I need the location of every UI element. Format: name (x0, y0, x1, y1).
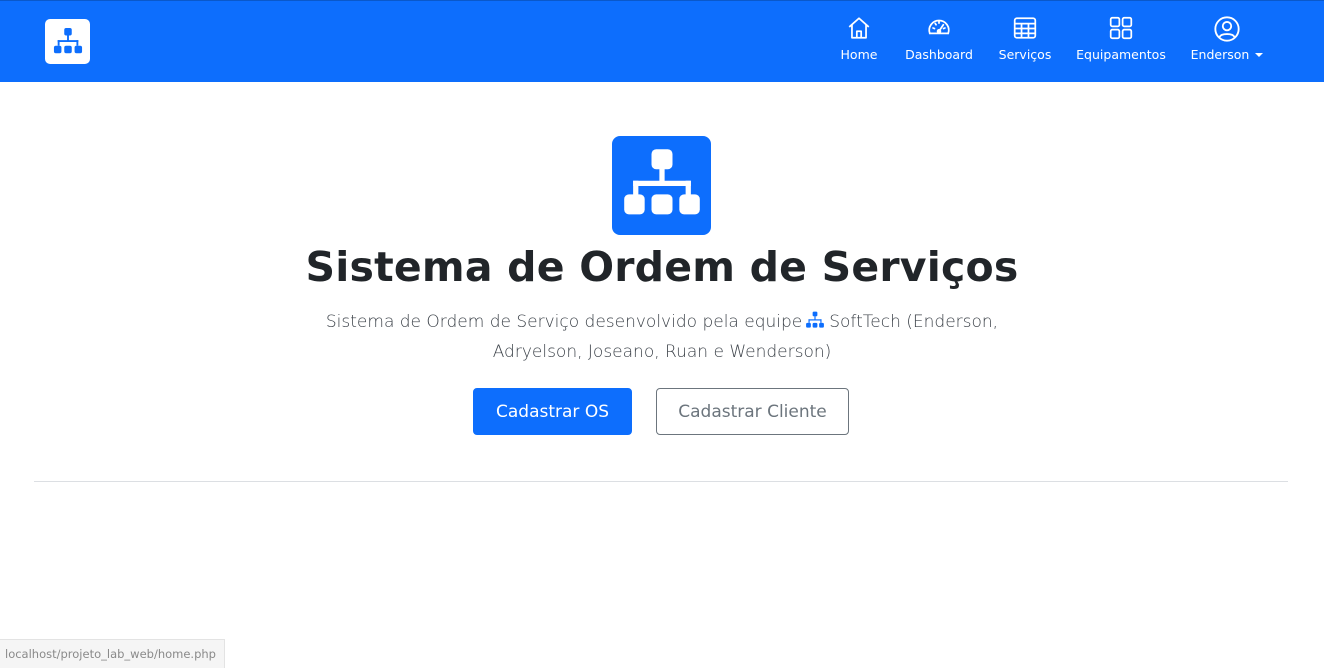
sitemap-icon (623, 148, 700, 214)
user-name: Enderson (1190, 47, 1250, 62)
brand-logo[interactable] (45, 19, 90, 64)
hero-description: Sistema de Ordem de Serviço desenvolvido… (282, 307, 1042, 367)
user-menu-label: Enderson (1191, 47, 1264, 62)
nav-home-label: Home (840, 47, 878, 62)
nav-equipamentos-label: Equipamentos (1076, 47, 1166, 62)
status-bar-url: localhost/projeto_lab_web/home.php (0, 639, 225, 668)
sitemap-icon (806, 311, 825, 328)
navbar: Home Dashboard Serviços Equipamentos End… (0, 0, 1324, 82)
nav-servicos-label: Serviços (998, 47, 1052, 62)
page-title: Sistema de Ordem de Serviços (305, 243, 1019, 291)
description-text: Sistema de Ordem de Serviço desenvolvido… (325, 312, 803, 332)
cadastrar-cliente-button[interactable]: Cadastrar Cliente (656, 388, 849, 435)
sitemap-icon (53, 27, 82, 53)
nav-equipamentos[interactable]: Equipamentos (1076, 15, 1166, 71)
speedometer-icon (928, 19, 950, 35)
nav-dashboard[interactable]: Dashboard (905, 15, 973, 71)
table-icon (1013, 17, 1037, 39)
person-circle-icon (1214, 16, 1240, 42)
user-menu-dropdown[interactable]: Enderson (1190, 15, 1264, 71)
caret-down-icon (1255, 53, 1264, 57)
house-icon (848, 17, 870, 39)
nav-home[interactable]: Home (840, 15, 878, 71)
nav-servicos[interactable]: Serviços (999, 15, 1051, 71)
nav-dashboard-label: Dashboard (905, 47, 973, 62)
hero-logo (612, 136, 711, 235)
grid-icon (1109, 16, 1133, 40)
divider (34, 481, 1288, 482)
cadastrar-os-button[interactable]: Cadastrar OS (473, 388, 632, 435)
